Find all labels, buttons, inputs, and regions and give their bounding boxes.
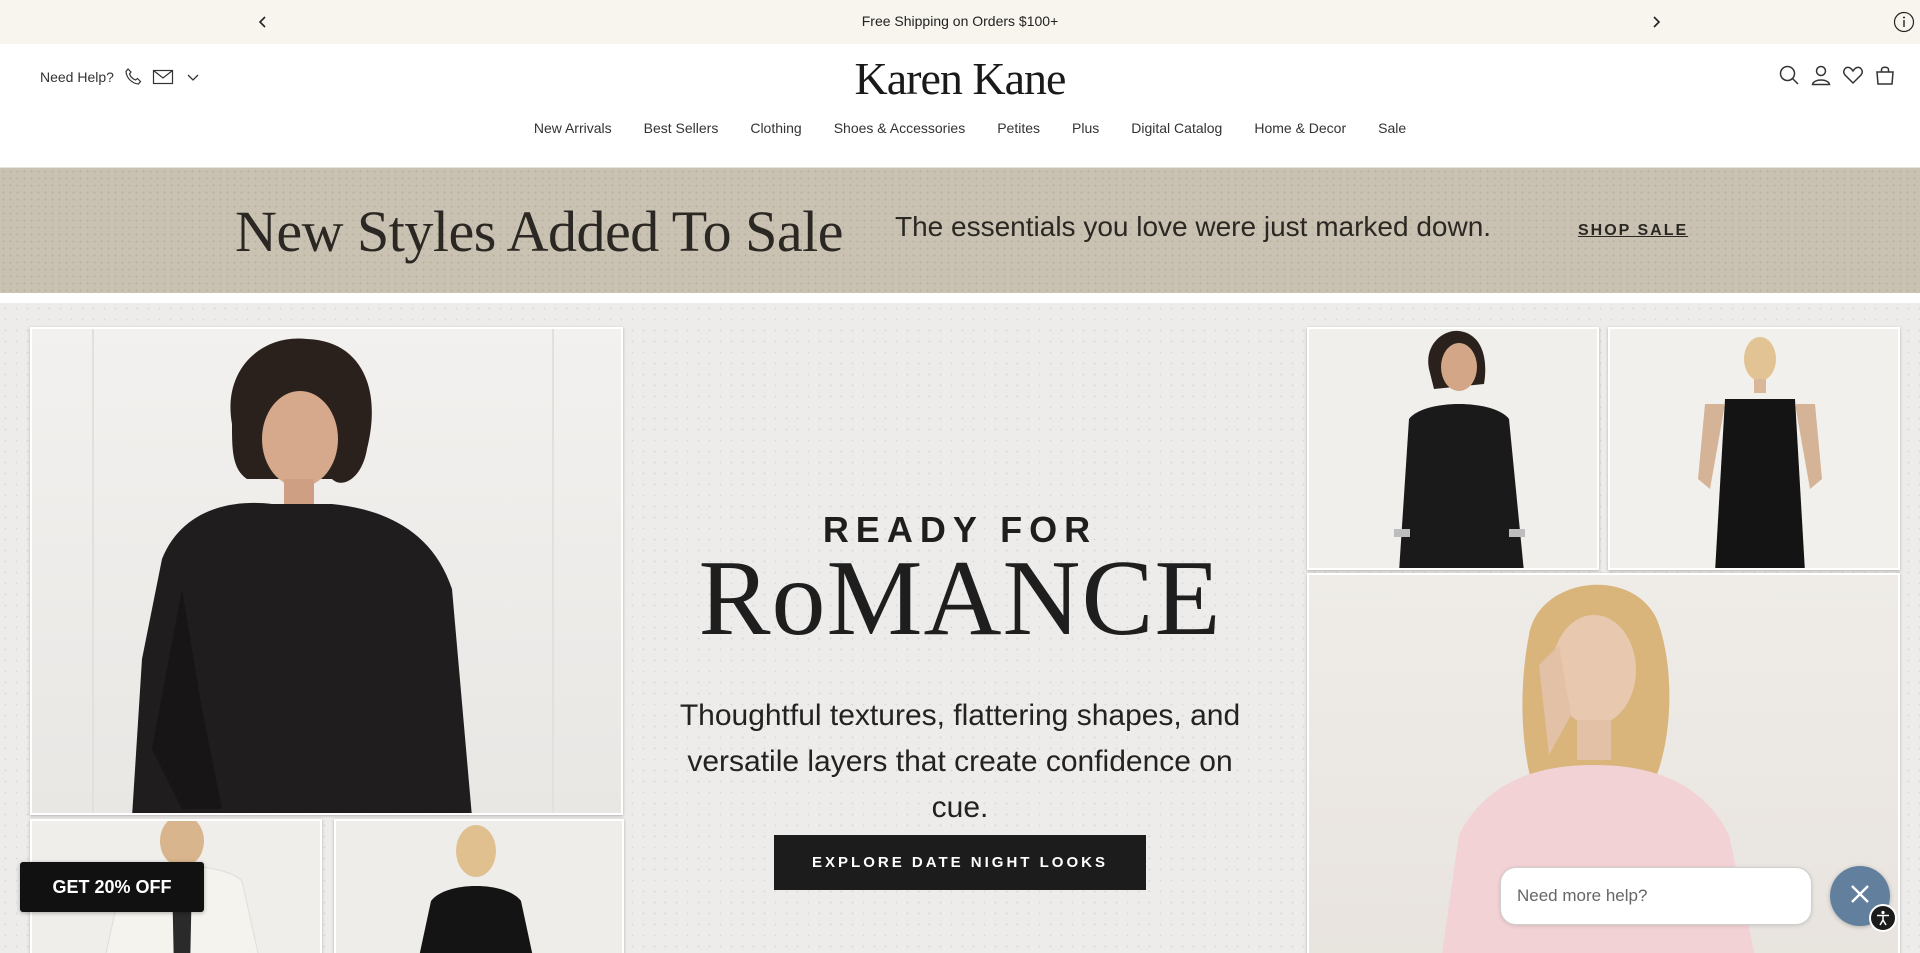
search-icon[interactable] bbox=[1778, 64, 1800, 86]
chat-placeholder: Need more help? bbox=[1517, 886, 1648, 905]
nav-item-sale[interactable]: Sale bbox=[1378, 120, 1406, 136]
account-icon[interactable] bbox=[1810, 64, 1832, 86]
sale-banner-title: New Styles Added To Sale bbox=[235, 199, 843, 264]
announcement-message[interactable]: Free Shipping on Orders $100+ bbox=[0, 13, 1920, 29]
sale-banner-subtitle: The essentials you love were just marked… bbox=[895, 211, 1492, 242]
nav-item-new-arrivals[interactable]: New Arrivals bbox=[534, 120, 612, 136]
model-photo-black-sweater[interactable] bbox=[334, 819, 624, 953]
hero-section: READY FOR RoMANCE Thoughtful textures, f… bbox=[0, 303, 1920, 953]
model-photo-black-coat[interactable] bbox=[1307, 327, 1599, 570]
model-photo-black-top[interactable] bbox=[30, 327, 623, 815]
chevron-right-icon[interactable] bbox=[1645, 11, 1667, 33]
info-icon[interactable] bbox=[1893, 11, 1915, 33]
promo-get-20-off-button[interactable]: GET 20% OFF bbox=[20, 862, 204, 912]
nav-item-home-decor[interactable]: Home & Decor bbox=[1254, 120, 1346, 136]
site-header: Need Help? Karen Kane New Arrivals Best … bbox=[0, 44, 1920, 168]
nav-item-best-sellers[interactable]: Best Sellers bbox=[644, 120, 719, 136]
hero-headline: RoMANCE bbox=[698, 539, 1222, 658]
announcement-bar: Free Shipping on Orders $100+ bbox=[0, 0, 1920, 44]
heart-icon[interactable] bbox=[1842, 64, 1864, 86]
explore-date-night-button[interactable]: EXPLORE DATE NIGHT LOOKS bbox=[774, 835, 1146, 890]
nav-item-digital-catalog[interactable]: Digital Catalog bbox=[1131, 120, 1222, 136]
accessibility-icon[interactable] bbox=[1869, 904, 1897, 932]
chat-input[interactable]: Need more help? bbox=[1500, 867, 1812, 925]
sale-banner[interactable]: New Styles Added To Sale The essentials … bbox=[0, 168, 1920, 293]
close-icon bbox=[1849, 883, 1871, 910]
nav-item-shoes-accessories[interactable]: Shoes & Accessories bbox=[834, 120, 966, 136]
hero-description: Thoughtful textures, flattering shapes, … bbox=[679, 699, 1241, 824]
shop-sale-link[interactable]: SHOP SALE bbox=[1578, 222, 1688, 240]
nav-item-clothing[interactable]: Clothing bbox=[750, 120, 801, 136]
bag-icon[interactable] bbox=[1874, 64, 1896, 86]
nav-item-petites[interactable]: Petites bbox=[997, 120, 1040, 136]
nav-item-plus[interactable]: Plus bbox=[1072, 120, 1099, 136]
model-photo-black-dress[interactable] bbox=[1608, 327, 1900, 570]
hero-copy: READY FOR RoMANCE Thoughtful textures, f… bbox=[640, 303, 1280, 953]
utility-icons bbox=[1778, 64, 1896, 86]
main-nav: New Arrivals Best Sellers Clothing Shoes… bbox=[0, 120, 1920, 136]
brand-logo[interactable]: Karen Kane bbox=[0, 52, 1920, 105]
